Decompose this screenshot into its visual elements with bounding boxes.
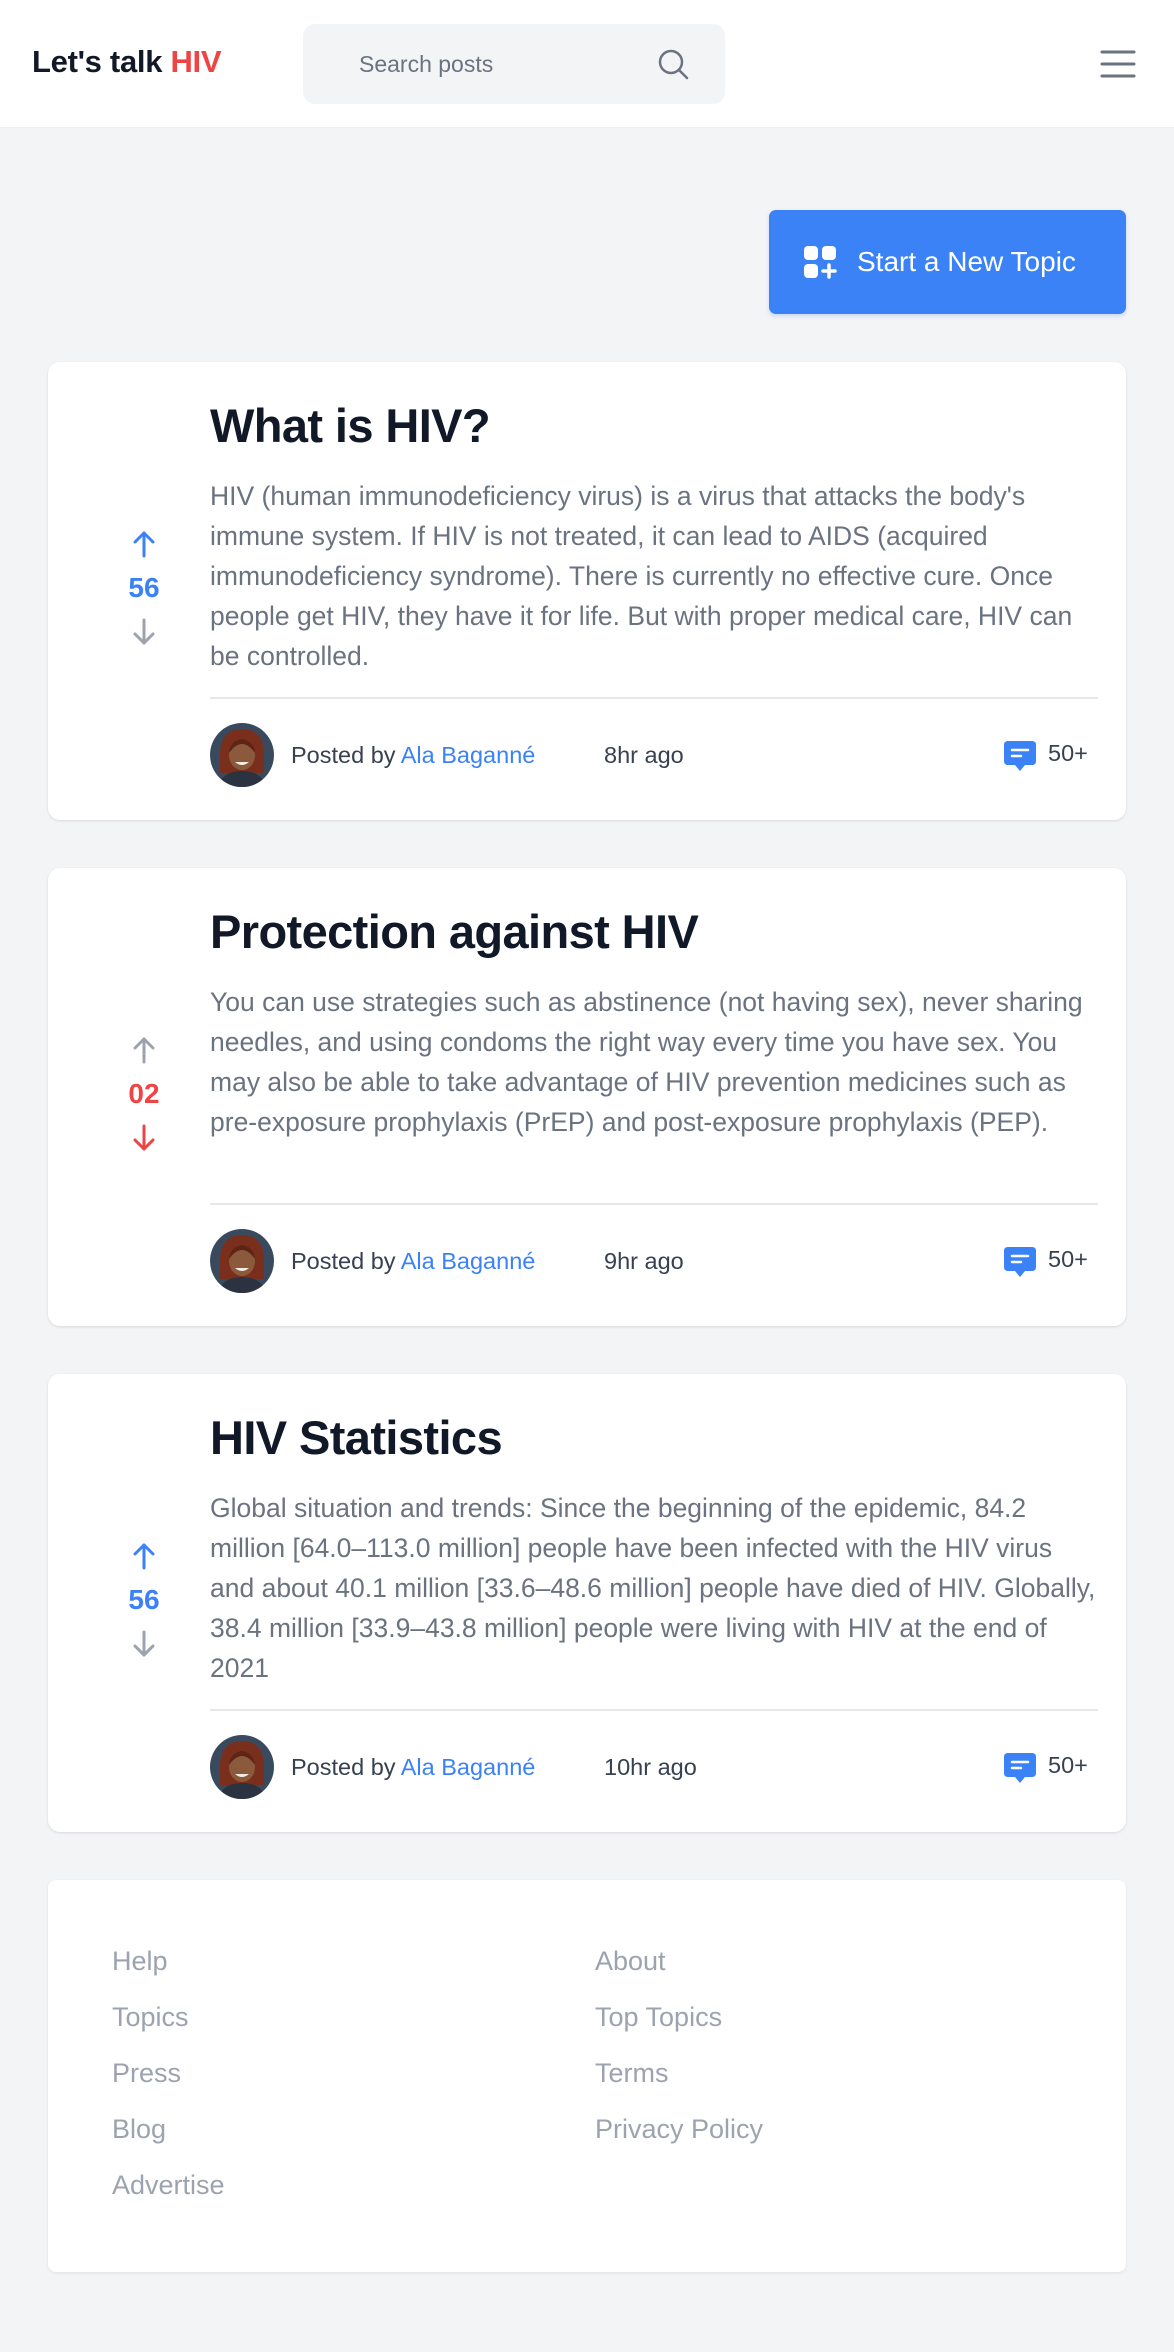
footer-link-help[interactable]: Help xyxy=(112,1946,168,1977)
author-link[interactable]: Ala Baganné xyxy=(401,742,536,768)
downvote-arrow-icon[interactable] xyxy=(128,1122,160,1154)
avatar[interactable] xyxy=(210,1229,274,1293)
avatar-image xyxy=(210,1735,274,1799)
post-meta: Posted by Ala Baganné xyxy=(291,742,535,769)
footer-link-advertise[interactable]: Advertise xyxy=(112,2170,225,2201)
avatar-image xyxy=(210,723,274,787)
post-time: 8hr ago xyxy=(604,742,684,768)
avatar[interactable] xyxy=(210,723,274,787)
post-card: 56 What is HIV? HIV (human immunodeficie… xyxy=(48,362,1126,820)
post-time: 9hr ago xyxy=(604,1248,684,1274)
post-title[interactable]: HIV Statistics xyxy=(210,1410,503,1465)
footer-link-press[interactable]: Press xyxy=(112,2058,181,2089)
post-title[interactable]: What is HIV? xyxy=(210,398,491,453)
author-link[interactable]: Ala Baganné xyxy=(401,1248,536,1274)
logo-text: Let's talk xyxy=(32,44,171,79)
vote-control: 02 xyxy=(104,1034,184,1154)
downvote-arrow-icon[interactable] xyxy=(128,1628,160,1660)
divider xyxy=(210,697,1098,699)
vote-control: 56 xyxy=(104,528,184,648)
top-nav-bar: Let's talk HIV xyxy=(0,0,1174,128)
divider xyxy=(210,1709,1098,1711)
vote-count: 02 xyxy=(128,1078,160,1109)
author-link[interactable]: Ala Baganné xyxy=(401,1754,536,1780)
post-body: HIV (human immunodeficiency virus) is a … xyxy=(210,481,1073,671)
post-time: 10hr ago xyxy=(604,1754,697,1780)
post-body: You can use strategies such as abstinenc… xyxy=(210,987,1083,1137)
grid-plus-icon xyxy=(804,246,837,279)
post-card: 02 Protection against HIV You can use st… xyxy=(48,868,1126,1326)
post-title[interactable]: Protection against HIV xyxy=(210,904,699,959)
vote-control: 56 xyxy=(104,1540,184,1660)
logo-accent-text: HIV xyxy=(170,44,222,79)
footer: Help Topics Press Blog Advertise About T… xyxy=(48,1880,1126,2272)
posted-by-label: Posted by xyxy=(291,742,401,768)
vote-count: 56 xyxy=(128,1584,160,1615)
post-meta: Posted by Ala Baganné xyxy=(291,1754,535,1781)
start-new-topic-label: Start a New Topic xyxy=(857,246,1076,277)
search-input[interactable] xyxy=(359,44,639,84)
downvote-arrow-icon[interactable] xyxy=(128,616,160,648)
footer-link-top-topics[interactable]: Top Topics xyxy=(595,2002,722,2033)
vote-count: 56 xyxy=(128,572,160,603)
avatar-image xyxy=(210,1229,274,1293)
posted-by-label: Posted by xyxy=(291,1248,401,1274)
footer-link-blog[interactable]: Blog xyxy=(112,2114,166,2145)
comment-bubble-icon xyxy=(1004,1247,1036,1277)
post-meta: Posted by Ala Baganné xyxy=(291,1248,535,1275)
comment-count: 50+ xyxy=(1048,1752,1088,1778)
comment-count: 50+ xyxy=(1048,740,1088,766)
upvote-arrow-icon[interactable] xyxy=(128,1540,160,1572)
start-new-topic-button[interactable]: Start a New Topic xyxy=(769,210,1126,314)
upvote-arrow-icon[interactable] xyxy=(128,1034,160,1066)
search-icon[interactable] xyxy=(653,44,693,84)
divider xyxy=(210,1203,1098,1205)
site-logo[interactable]: Let's talk HIV xyxy=(32,44,222,80)
footer-link-about[interactable]: About xyxy=(595,1946,666,1977)
post-body: Global situation and trends: Since the b… xyxy=(210,1493,1096,1683)
footer-link-topics[interactable]: Topics xyxy=(112,2002,189,2033)
footer-link-terms[interactable]: Terms xyxy=(595,2058,669,2089)
posted-by-label: Posted by xyxy=(291,1754,401,1780)
avatar[interactable] xyxy=(210,1735,274,1799)
hamburger-menu-icon[interactable] xyxy=(1098,44,1138,84)
search-bar xyxy=(303,24,725,104)
post-card: 56 HIV Statistics Global situation and t… xyxy=(48,1374,1126,1832)
comment-bubble-icon xyxy=(1004,741,1036,771)
comment-bubble-icon xyxy=(1004,1753,1036,1783)
upvote-arrow-icon[interactable] xyxy=(128,528,160,560)
footer-link-privacy-policy[interactable]: Privacy Policy xyxy=(595,2114,763,2145)
comment-count: 50+ xyxy=(1048,1246,1088,1272)
